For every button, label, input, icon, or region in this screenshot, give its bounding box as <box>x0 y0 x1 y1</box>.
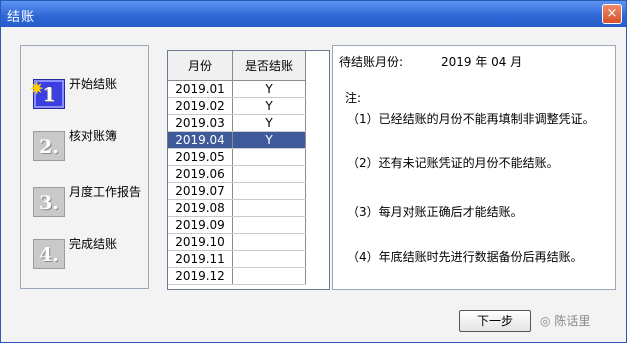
wechat-icon: ◎ <box>540 314 551 328</box>
closed-cell: Y <box>232 80 306 98</box>
closed-cell <box>232 267 306 285</box>
month-table: 月份 是否结账 2019.01 Y 2019.02 Y 2019.03 Y 2019.… <box>168 51 306 285</box>
window-title: 结账 <box>7 10 36 25</box>
notes-panel: 待结账月份: 2019 年 04 月 注: （1）已经结账的月份不能再填制非调整… <box>332 45 616 290</box>
title-bar[interactable]: 结账 × <box>1 1 626 27</box>
table-row[interactable]: 2019.11 <box>168 250 306 268</box>
step-check-ledgers: 2. 核对账簿 <box>33 129 149 163</box>
watermark-text: 陈话里 <box>554 314 591 328</box>
month-cell: 2019.05 <box>168 148 233 166</box>
step-label: 月度工作报告 <box>69 185 142 199</box>
month-cell: 2019.10 <box>168 233 233 251</box>
table-row-selected[interactable]: 2019.04 Y <box>168 131 306 149</box>
column-header-month: 月份 <box>168 51 233 81</box>
close-icon[interactable]: × <box>602 4 622 24</box>
note-item: （3）每月对账正确后才能结账。 <box>347 205 523 219</box>
step-number-badge-1: ✷ 1 <box>30 79 65 109</box>
table-row[interactable]: 2019.02 Y <box>168 97 306 115</box>
month-cell: 2019.06 <box>168 165 233 183</box>
column-header-closed: 是否结账 <box>232 51 306 81</box>
note-item: （2）还有未记账凭证的月份不能结账。 <box>347 156 559 170</box>
closed-cell: Y <box>232 97 306 115</box>
month-cell: 2019.04 <box>168 131 233 149</box>
table-row[interactable]: 2019.09 <box>168 216 306 234</box>
step-number-badge-2: 2. <box>33 131 65 161</box>
month-cell: 2019.08 <box>168 199 233 217</box>
table-row[interactable]: 2019.03 Y <box>168 114 306 132</box>
closed-cell <box>232 148 306 166</box>
note-item: （1）已经结账的月份不能再填制非调整凭证。 <box>347 112 595 126</box>
closed-cell: Y <box>232 131 306 149</box>
step-label: 核对账簿 <box>69 129 118 143</box>
table-row[interactable]: 2019.07 <box>168 182 306 200</box>
month-cell: 2019.01 <box>168 80 233 98</box>
month-cell: 2019.03 <box>168 114 233 132</box>
month-cell: 2019.07 <box>168 182 233 200</box>
notes-heading: 注: <box>345 91 362 105</box>
closed-cell <box>232 182 306 200</box>
closed-cell: Y <box>232 114 306 132</box>
step-number-badge-4: 4. <box>33 239 65 269</box>
table-row[interactable]: 2019.05 <box>168 148 306 166</box>
table-row[interactable]: 2019.10 <box>168 233 306 251</box>
closed-cell <box>232 250 306 268</box>
closed-cell <box>232 233 306 251</box>
steps-panel: ✷ 1 开始结账 2. 核对账簿 3. 月度工作报告 4. 完成结账 <box>20 45 149 289</box>
step-monthly-report: 3. 月度工作报告 <box>33 185 149 219</box>
month-cell: 2019.09 <box>168 216 233 234</box>
pending-month-value: 2019 年 04 月 <box>441 55 523 69</box>
month-cell: 2019.11 <box>168 250 233 268</box>
next-button[interactable]: 下一步 <box>459 310 531 332</box>
closed-cell <box>232 216 306 234</box>
step-label: 完成结账 <box>69 237 118 251</box>
closing-dialog: 结账 × ✷ 1 开始结账 2. 核对账簿 3. 月度工作报告 4. 完成结账 月… <box>0 0 627 343</box>
watermark-overlay: ◎ 陈话里 <box>540 310 602 332</box>
month-cell: 2019.12 <box>168 267 233 285</box>
closed-cell <box>232 199 306 217</box>
month-table-container[interactable]: 月份 是否结账 2019.01 Y 2019.02 Y 2019.03 Y 2019.… <box>167 50 330 290</box>
month-cell: 2019.02 <box>168 97 233 115</box>
table-row[interactable]: 2019.06 <box>168 165 306 183</box>
closed-cell <box>232 165 306 183</box>
pending-month-label: 待结账月份: <box>339 55 404 69</box>
step-start-closing: ✷ 1 开始结账 <box>30 77 149 111</box>
step-finish-closing: 4. 完成结账 <box>33 237 149 271</box>
table-row[interactable]: 2019.08 <box>168 199 306 217</box>
table-row[interactable]: 2019.01 Y <box>168 80 306 98</box>
table-row[interactable]: 2019.12 <box>168 267 306 285</box>
step-label: 开始结账 <box>69 77 118 91</box>
note-item: （4）年底结账时先进行数据备份后再结账。 <box>347 250 583 264</box>
step-number-badge-3: 3. <box>33 187 65 217</box>
star-icon: ✷ <box>30 79 44 98</box>
